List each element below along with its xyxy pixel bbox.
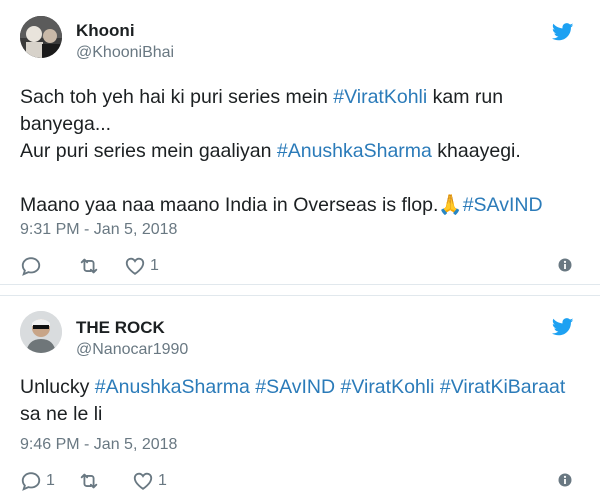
avatar[interactable] xyxy=(20,16,62,58)
text-segment: Sach toh yeh hai ki puri series mein xyxy=(20,86,334,108)
reply-icon xyxy=(21,257,41,276)
like-count: 1 xyxy=(158,472,167,489)
author-name[interactable]: Khooni xyxy=(76,21,135,41)
text-segment: sa ne le li xyxy=(20,403,103,425)
like-icon xyxy=(125,257,145,275)
action-bar: 1 1 xyxy=(20,469,580,493)
author-name[interactable]: THE ROCK xyxy=(76,318,165,338)
retweet-button[interactable] xyxy=(78,254,104,278)
timestamp-link[interactable]: 9:46 PM - Jan 5, 2018 xyxy=(20,436,177,454)
retweet-button[interactable] xyxy=(78,469,104,493)
reply-button[interactable]: 1 xyxy=(20,469,55,493)
reply-count: 1 xyxy=(46,472,55,489)
info-icon[interactable] xyxy=(558,258,572,272)
hashtag-link[interactable]: #SAvIND xyxy=(255,376,335,398)
twitter-bird-icon[interactable] xyxy=(552,23,574,41)
text-segment: Unlucky xyxy=(20,376,95,398)
author-handle[interactable]: @KhooniBhai xyxy=(76,44,174,62)
text-segment: banyega... xyxy=(20,113,112,135)
tweet-text: Sach toh yeh hai ki puri series mein #Vi… xyxy=(20,84,580,219)
timestamp-link[interactable]: 9:31 PM - Jan 5, 2018 xyxy=(20,221,177,239)
author-handle[interactable]: @Nanocar1990 xyxy=(76,341,188,359)
tweet-text: Unlucky #AnushkaSharma #SAvIND #ViratKoh… xyxy=(20,374,580,428)
reply-icon xyxy=(21,472,41,491)
hashtag-link[interactable]: #ViratKohli xyxy=(340,376,434,398)
text-segment: khaayegi. xyxy=(431,140,521,162)
hashtag-link[interactable]: #ViratKohli xyxy=(333,86,427,108)
twitter-bird-icon[interactable] xyxy=(552,318,574,336)
hashtag-link[interactable]: #AnushkaSharma xyxy=(95,376,250,398)
action-bar: 1 xyxy=(20,254,580,278)
reply-button[interactable] xyxy=(20,254,46,278)
hashtag-link[interactable]: #AnushkaSharma xyxy=(277,140,432,162)
text-segment: Maano yaa naa maano India in Overseas is… xyxy=(20,194,439,216)
like-count: 1 xyxy=(150,257,159,274)
like-button[interactable]: 1 xyxy=(132,469,167,493)
tweet-card: Khooni @KhooniBhai Sach toh yeh hai ki p… xyxy=(0,0,600,285)
like-icon xyxy=(133,472,153,490)
info-icon[interactable] xyxy=(558,473,572,487)
text-segment: kam run xyxy=(427,86,504,108)
like-button[interactable]: 1 xyxy=(124,254,159,278)
text-segment: Aur puri series mein gaaliyan xyxy=(20,140,277,162)
avatar[interactable] xyxy=(20,311,62,353)
hashtag-link[interactable]: #SAvIND xyxy=(463,194,543,216)
hashtag-link[interactable]: #ViratKiBaraat xyxy=(440,376,565,398)
tweet-card: THE ROCK @Nanocar1990 Unlucky #AnushkaSh… xyxy=(0,295,600,493)
retweet-icon xyxy=(80,258,98,274)
retweet-icon xyxy=(80,473,98,489)
pray-emoji: 🙏 xyxy=(438,194,463,216)
